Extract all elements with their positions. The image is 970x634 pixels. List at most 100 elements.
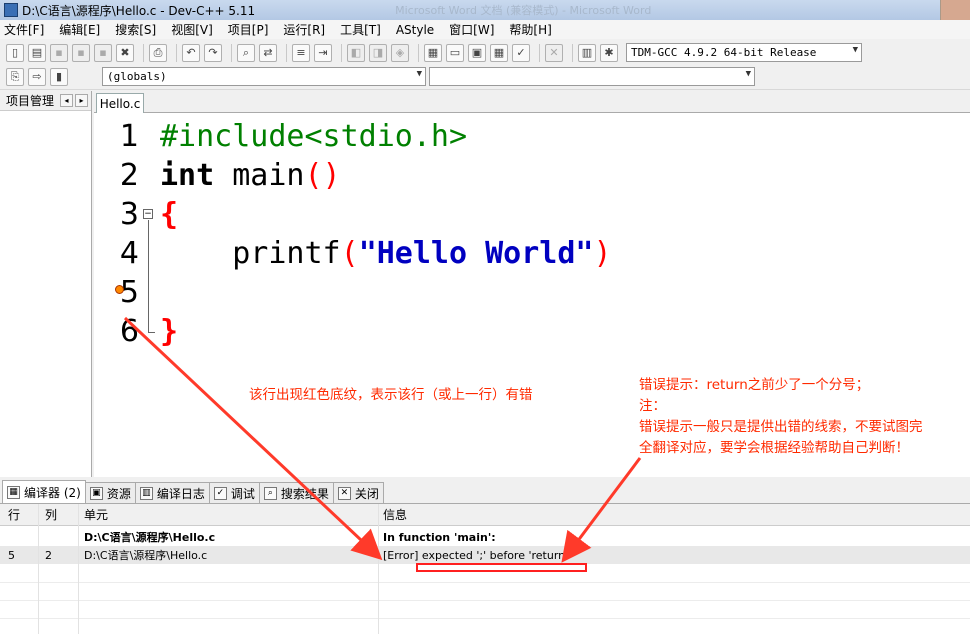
toolbar-separator [286,43,287,62]
debug-icon[interactable]: ✱ [600,43,618,62]
project-panel: 项目管理 ◂ ▸ [0,91,92,477]
goto-definition-icon[interactable]: ▮ [50,67,68,86]
chevron-right-icon[interactable]: ▸ [75,94,89,107]
fold-collapse-icon[interactable]: − [143,209,153,219]
rebuild-all-icon[interactable]: ▦ [490,43,508,62]
save-all-icon[interactable]: ▪ [72,43,90,62]
column-header-unit[interactable]: 单元 [84,506,108,523]
new-file-icon[interactable]: ▯ [6,43,24,62]
line-number: 1 [119,119,139,154]
code-line-4: printf("Hello World") [160,236,612,271]
open-file-icon[interactable]: ▤ [28,43,46,62]
line-number-gutter: 1 2 3 4 5 6 − [94,113,160,477]
replace-icon[interactable]: ⇄ [259,43,277,62]
close-icon: ✕ [337,486,351,500]
tab-compile-log[interactable]: ▥ 编译日志 [134,482,210,503]
table-row[interactable]: 5 2 D:\C语言\源程序\Hello.c [Error] expected … [0,546,970,564]
menu-edit[interactable]: 编辑[E] [59,21,100,38]
title-bar: D:\C语言\源程序\Hello.c - Dev-C++ 5.11 Micros… [0,0,970,20]
menu-view[interactable]: 视图[V] [171,21,213,38]
tab-close[interactable]: ✕ 关闭 [332,482,384,503]
save-icon[interactable]: ▪ [50,43,68,62]
tab-project-manager[interactable]: 项目管理 [6,92,54,109]
column-divider [38,504,39,634]
menu-file[interactable]: 文件[F] [4,21,44,38]
stop-execution-icon[interactable]: ✕ [545,43,563,62]
menu-tools[interactable]: 工具[T] [340,21,381,38]
code-editor[interactable]: return 0; 1 2 3 4 5 6 − #include<stdio.h… [94,113,970,477]
indent-icon[interactable]: ◧ [347,43,365,62]
goto-declaration-icon[interactable]: ⇨ [28,67,46,86]
menu-window[interactable]: 窗口[W] [449,21,494,38]
print-icon[interactable]: ⎙ [149,43,167,62]
toolbar-separator [539,43,540,62]
compile-icon[interactable]: ▦ [424,43,442,62]
menu-bar: 文件[F] 编辑[E] 搜索[S] 视图[V] 项目[P] 运行[R] 工具[T… [0,20,970,39]
toolbar-separator [418,43,419,62]
menu-help[interactable]: 帮助[H] [509,21,551,38]
tab-debug[interactable]: ✓ 调试 [208,482,260,503]
profile-chart-icon[interactable]: ▥ [578,43,596,62]
main-toolbar: ▯ ▤ ▪ ▪ ▪ ✖ ⎙ ↶ ↷ ⌕ ⇄ ≡ ⇥ ◧ ◨ ◈ ▦ ▭ ▣ ▦ … [0,39,970,67]
globals-select[interactable]: (globals) ▼ [102,67,426,86]
toolbar-separator [143,43,144,62]
string-literal: "Hello World" [358,236,594,271]
tab-resources[interactable]: ▣ 资源 [84,482,136,503]
code-line-2: int main() [160,158,341,193]
row-divider [0,582,970,583]
chevron-left-icon[interactable]: ◂ [60,94,74,107]
annotation-right-line: 错误提示一般只是提供出错的线索，不要试图完 [639,419,923,435]
tab-compiler[interactable]: ▦ 编译器 (2) [2,480,86,503]
unindent-icon[interactable]: ◨ [369,43,387,62]
editor-tab-strip: Hello.c [94,91,970,114]
undo-icon[interactable]: ↶ [182,43,200,62]
compiler-select-value: TDM-GCC 4.9.2 64-bit Release [631,46,817,59]
error-highlight-box [416,563,587,572]
member-select[interactable]: ▼ [429,67,755,86]
menu-astyle[interactable]: AStyle [396,23,434,37]
toolbar-separator [572,43,573,62]
syntax-check-icon[interactable]: ✓ [512,43,530,62]
column-header-line[interactable]: 行 [8,506,20,523]
menu-project[interactable]: 项目[P] [228,21,269,38]
annotation-right-line: 注： [639,398,666,414]
chevron-down-icon: ▼ [745,69,751,79]
chart-icon: ▥ [139,486,153,500]
annotation-left: 该行出现红色底纹，表示该行（或上一行）有错 [249,387,533,403]
column-divider [378,504,379,634]
toggle-comment-icon[interactable]: ◈ [391,43,409,62]
search-icon: ⌕ [263,486,277,500]
close-file-icon[interactable]: ▪ [94,43,112,62]
line-number: 3 [119,197,139,232]
window-control-button[interactable] [940,0,970,20]
toolbar-separator [231,43,232,62]
column-header-col[interactable]: 列 [45,506,57,523]
chevron-down-icon: ▼ [416,69,422,79]
insert-code-icon[interactable]: ⎘ [6,67,24,86]
bottom-tab-strip: ▦ 编译器 (2) ▣ 资源 ▥ 编译日志 ✓ 调试 ⌕ 搜索结果 ✕ 关闭 [0,480,970,504]
compiler-select[interactable]: TDM-GCC 4.9.2 64-bit Release ▼ [626,43,862,62]
menu-search[interactable]: 搜索[S] [115,21,156,38]
globals-select-value: (globals) [107,70,167,83]
toggle-bookmark-icon[interactable]: ⇥ [314,43,332,62]
find-icon[interactable]: ⌕ [237,43,255,62]
column-header-message[interactable]: 信息 [383,506,407,523]
goto-line-icon[interactable]: ≡ [292,43,310,62]
tab-hello-c[interactable]: Hello.c [96,93,144,114]
annotation-right-line: 全翻译对应，要学会根据经验帮助自己判断！ [639,440,909,456]
devcpp-app-icon [4,3,18,17]
check-icon: ✓ [213,486,227,500]
menu-run[interactable]: 运行[R] [283,21,325,38]
run-icon[interactable]: ▭ [446,43,464,62]
toolbar-separator [176,43,177,62]
redo-icon[interactable]: ↷ [204,43,222,62]
annotation-right-line: 错误提示：return之前少了一个分号； [639,377,870,393]
compile-run-icon[interactable]: ▣ [468,43,486,62]
code-line-1: #include<stdio.h> [160,119,468,154]
column-divider [78,504,79,634]
background-window-title: Microsoft Word 文档 (兼容模式) - Microsoft Wor… [395,4,652,17]
project-panel-header: 项目管理 ◂ ▸ [0,91,91,111]
close-all-icon[interactable]: ✖ [116,43,134,62]
tab-search-results[interactable]: ⌕ 搜索结果 [258,482,334,503]
table-row[interactable]: D:\C语言\源程序\Hello.c In function 'main': [0,528,970,546]
